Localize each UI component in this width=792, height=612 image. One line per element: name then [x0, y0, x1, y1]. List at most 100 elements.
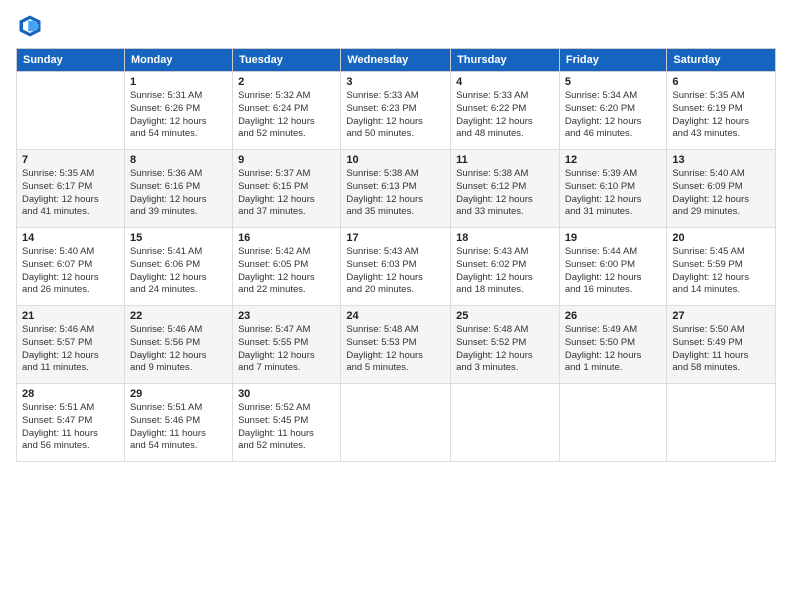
- calendar-table: SundayMondayTuesdayWednesdayThursdayFrid…: [16, 48, 776, 462]
- logo-icon: [16, 12, 44, 40]
- calendar-cell: 18Sunrise: 5:43 AM Sunset: 6:02 PM Dayli…: [451, 228, 560, 306]
- day-info: Sunrise: 5:46 AM Sunset: 5:56 PM Dayligh…: [130, 324, 227, 375]
- day-number: 11: [456, 154, 554, 166]
- day-info: Sunrise: 5:49 AM Sunset: 5:50 PM Dayligh…: [565, 324, 662, 375]
- day-info: Sunrise: 5:34 AM Sunset: 6:20 PM Dayligh…: [565, 90, 662, 141]
- day-info: Sunrise: 5:42 AM Sunset: 6:05 PM Dayligh…: [238, 246, 335, 297]
- calendar-week-row: 28Sunrise: 5:51 AM Sunset: 5:47 PM Dayli…: [17, 384, 776, 462]
- day-info: Sunrise: 5:45 AM Sunset: 5:59 PM Dayligh…: [672, 246, 770, 297]
- calendar-cell: 8 Sunrise: 5:36 AM Sunset: 6:16 PM Daylig…: [124, 150, 232, 228]
- calendar-week-row: 14 Sunrise: 5:40 AM Sunset: 6:07 PM Dayli…: [17, 228, 776, 306]
- calendar-cell: 28Sunrise: 5:51 AM Sunset: 5:47 PM Dayli…: [17, 384, 125, 462]
- calendar-cell: 26Sunrise: 5:49 AM Sunset: 5:50 PM Dayli…: [559, 306, 667, 384]
- calendar-cell: 24 Sunrise: 5:48 AM Sunset: 5:53 PM Dayli…: [341, 306, 451, 384]
- day-number: 15: [130, 232, 227, 244]
- calendar-cell: [667, 384, 776, 462]
- calendar-cell: [559, 384, 667, 462]
- day-info: Sunrise: 5:47 AM Sunset: 5:55 PM Dayligh…: [238, 324, 335, 375]
- calendar-week-row: 21 Sunrise: 5:46 AM Sunset: 5:57 PM Dayli…: [17, 306, 776, 384]
- calendar-cell: 25 Sunrise: 5:48 AM Sunset: 5:52 PM Dayli…: [451, 306, 560, 384]
- day-number: 14: [22, 232, 119, 244]
- day-number: 2: [238, 76, 335, 88]
- calendar-cell: 1 Sunrise: 5:31 AM Sunset: 6:26 PM Daylig…: [124, 72, 232, 150]
- day-number: 17: [346, 232, 445, 244]
- day-number: 1: [130, 76, 227, 88]
- day-info: Sunrise: 5:48 AM Sunset: 5:53 PM Dayligh…: [346, 324, 445, 375]
- calendar-cell: 4 Sunrise: 5:33 AM Sunset: 6:22 PM Daylig…: [451, 72, 560, 150]
- day-number: 19: [565, 232, 662, 244]
- calendar-header-cell: Thursday: [451, 49, 560, 72]
- day-number: 6: [672, 76, 770, 88]
- calendar-cell: 14 Sunrise: 5:40 AM Sunset: 6:07 PM Dayli…: [17, 228, 125, 306]
- calendar-week-row: 7 Sunrise: 5:35 AM Sunset: 6:17 PM Daylig…: [17, 150, 776, 228]
- day-info: Sunrise: 5:38 AM Sunset: 6:12 PM Dayligh…: [456, 168, 554, 219]
- calendar-cell: 11 Sunrise: 5:38 AM Sunset: 6:12 PM Dayli…: [451, 150, 560, 228]
- day-info: Sunrise: 5:48 AM Sunset: 5:52 PM Dayligh…: [456, 324, 554, 375]
- day-info: Sunrise: 5:33 AM Sunset: 6:23 PM Dayligh…: [346, 90, 445, 141]
- day-info: Sunrise: 5:51 AM Sunset: 5:46 PM Dayligh…: [130, 402, 227, 453]
- day-number: 28: [22, 388, 119, 400]
- calendar-header-row: SundayMondayTuesdayWednesdayThursdayFrid…: [17, 49, 776, 72]
- day-number: 23: [238, 310, 335, 322]
- day-info: Sunrise: 5:32 AM Sunset: 6:24 PM Dayligh…: [238, 90, 335, 141]
- calendar-cell: 21 Sunrise: 5:46 AM Sunset: 5:57 PM Dayli…: [17, 306, 125, 384]
- calendar-header-cell: Friday: [559, 49, 667, 72]
- calendar-cell: 3Sunrise: 5:33 AM Sunset: 6:23 PM Daylig…: [341, 72, 451, 150]
- day-info: Sunrise: 5:31 AM Sunset: 6:26 PM Dayligh…: [130, 90, 227, 141]
- day-number: 7: [22, 154, 119, 166]
- day-info: Sunrise: 5:39 AM Sunset: 6:10 PM Dayligh…: [565, 168, 662, 219]
- calendar-body: 1 Sunrise: 5:31 AM Sunset: 6:26 PM Daylig…: [17, 72, 776, 462]
- day-number: 24: [346, 310, 445, 322]
- day-info: Sunrise: 5:35 AM Sunset: 6:19 PM Dayligh…: [672, 90, 770, 141]
- day-info: Sunrise: 5:46 AM Sunset: 5:57 PM Dayligh…: [22, 324, 119, 375]
- calendar-cell: 10 Sunrise: 5:38 AM Sunset: 6:13 PM Dayli…: [341, 150, 451, 228]
- calendar-cell: [451, 384, 560, 462]
- day-info: Sunrise: 5:35 AM Sunset: 6:17 PM Dayligh…: [22, 168, 119, 219]
- day-number: 18: [456, 232, 554, 244]
- day-number: 29: [130, 388, 227, 400]
- day-info: Sunrise: 5:52 AM Sunset: 5:45 PM Dayligh…: [238, 402, 335, 453]
- logo: [16, 12, 48, 40]
- day-info: Sunrise: 5:33 AM Sunset: 6:22 PM Dayligh…: [456, 90, 554, 141]
- day-number: 4: [456, 76, 554, 88]
- day-info: Sunrise: 5:37 AM Sunset: 6:15 PM Dayligh…: [238, 168, 335, 219]
- calendar-header-cell: Tuesday: [233, 49, 341, 72]
- day-number: 5: [565, 76, 662, 88]
- day-info: Sunrise: 5:40 AM Sunset: 6:09 PM Dayligh…: [672, 168, 770, 219]
- calendar-header-cell: Saturday: [667, 49, 776, 72]
- day-info: Sunrise: 5:36 AM Sunset: 6:16 PM Dayligh…: [130, 168, 227, 219]
- calendar-cell: 19 Sunrise: 5:44 AM Sunset: 6:00 PM Dayli…: [559, 228, 667, 306]
- calendar-cell: 2 Sunrise: 5:32 AM Sunset: 6:24 PM Daylig…: [233, 72, 341, 150]
- day-number: 12: [565, 154, 662, 166]
- day-number: 13: [672, 154, 770, 166]
- calendar-cell: 13 Sunrise: 5:40 AM Sunset: 6:09 PM Dayli…: [667, 150, 776, 228]
- calendar-cell: 12 Sunrise: 5:39 AM Sunset: 6:10 PM Dayli…: [559, 150, 667, 228]
- day-info: Sunrise: 5:41 AM Sunset: 6:06 PM Dayligh…: [130, 246, 227, 297]
- calendar-cell: 7 Sunrise: 5:35 AM Sunset: 6:17 PM Daylig…: [17, 150, 125, 228]
- header: [16, 12, 776, 40]
- day-number: 21: [22, 310, 119, 322]
- calendar-header-cell: Wednesday: [341, 49, 451, 72]
- day-info: Sunrise: 5:44 AM Sunset: 6:00 PM Dayligh…: [565, 246, 662, 297]
- calendar-cell: 5 Sunrise: 5:34 AM Sunset: 6:20 PM Daylig…: [559, 72, 667, 150]
- page-container: SundayMondayTuesdayWednesdayThursdayFrid…: [0, 0, 792, 474]
- day-number: 25: [456, 310, 554, 322]
- calendar-cell: 17 Sunrise: 5:43 AM Sunset: 6:03 PM Dayli…: [341, 228, 451, 306]
- day-info: Sunrise: 5:43 AM Sunset: 6:03 PM Dayligh…: [346, 246, 445, 297]
- calendar-week-row: 1 Sunrise: 5:31 AM Sunset: 6:26 PM Daylig…: [17, 72, 776, 150]
- calendar-cell: 30Sunrise: 5:52 AM Sunset: 5:45 PM Dayli…: [233, 384, 341, 462]
- day-info: Sunrise: 5:38 AM Sunset: 6:13 PM Dayligh…: [346, 168, 445, 219]
- day-number: 10: [346, 154, 445, 166]
- calendar-cell: 6 Sunrise: 5:35 AM Sunset: 6:19 PM Daylig…: [667, 72, 776, 150]
- calendar-cell: 20 Sunrise: 5:45 AM Sunset: 5:59 PM Dayli…: [667, 228, 776, 306]
- day-info: Sunrise: 5:40 AM Sunset: 6:07 PM Dayligh…: [22, 246, 119, 297]
- day-number: 20: [672, 232, 770, 244]
- day-number: 8: [130, 154, 227, 166]
- calendar-cell: 27Sunrise: 5:50 AM Sunset: 5:49 PM Dayli…: [667, 306, 776, 384]
- calendar-cell: 29 Sunrise: 5:51 AM Sunset: 5:46 PM Dayli…: [124, 384, 232, 462]
- day-info: Sunrise: 5:50 AM Sunset: 5:49 PM Dayligh…: [672, 324, 770, 375]
- day-number: 16: [238, 232, 335, 244]
- day-number: 9: [238, 154, 335, 166]
- calendar-cell: 23 Sunrise: 5:47 AM Sunset: 5:55 PM Dayli…: [233, 306, 341, 384]
- calendar-cell: 16 Sunrise: 5:42 AM Sunset: 6:05 PM Dayli…: [233, 228, 341, 306]
